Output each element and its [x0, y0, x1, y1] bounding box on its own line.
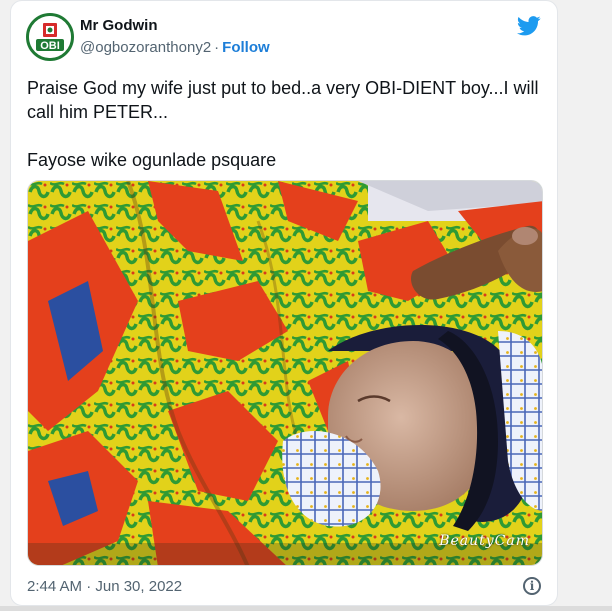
author-name[interactable]: Mr Godwin: [80, 17, 158, 34]
tweet-text-line1: Praise God my wife just put to bed..a ve…: [27, 78, 539, 122]
tweet-photo[interactable]: BeautyCam: [27, 180, 543, 566]
page-bottom-edge: [0, 606, 612, 611]
tweet-text: Praise God my wife just put to bed..a ve…: [27, 76, 547, 172]
follow-link[interactable]: Follow: [222, 39, 270, 56]
handle-row: @ogbozoranthony2 · Follow: [80, 39, 270, 56]
twitter-bird-icon[interactable]: [516, 16, 541, 36]
author-handle[interactable]: @ogbozoranthony2: [80, 39, 211, 56]
avatar-logo: OBI: [29, 16, 71, 58]
tweet-text-line2: Fayose wike ogunlade psquare: [27, 150, 277, 170]
avatar-logo-text: OBI: [40, 40, 60, 52]
baby-photo-illustration: [28, 181, 542, 565]
photo-watermark: BeautyCam: [439, 533, 530, 549]
author-avatar[interactable]: OBI: [26, 13, 74, 61]
info-icon[interactable]: i: [523, 577, 541, 595]
tweet-card: OBI Mr Godwin @ogbozoranthony2 · Follow Pr…: [10, 0, 558, 606]
tweet-timestamp[interactable]: 2:44 AM · Jun 30, 2022: [27, 578, 182, 595]
separator-dot: ·: [214, 39, 220, 56]
